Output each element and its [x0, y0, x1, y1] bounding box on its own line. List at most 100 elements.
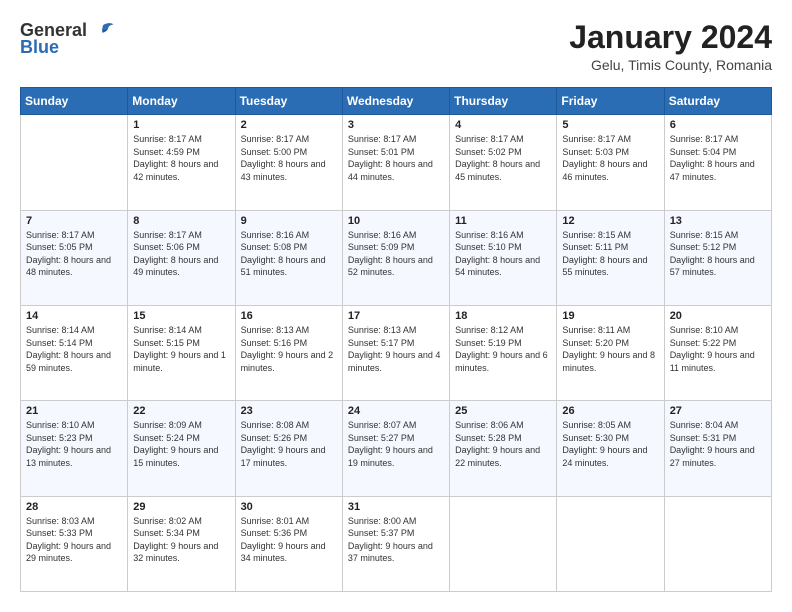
day-cell [450, 496, 557, 591]
day-info: Sunrise: 8:17 AMSunset: 5:01 PMDaylight:… [348, 133, 444, 183]
day-info: Sunrise: 8:12 AMSunset: 5:19 PMDaylight:… [455, 324, 551, 374]
day-number: 22 [133, 405, 229, 417]
logo-blue: Blue [20, 37, 59, 58]
day-cell [557, 496, 664, 591]
day-info: Sunrise: 8:05 AMSunset: 5:30 PMDaylight:… [562, 419, 658, 469]
col-header-wednesday: Wednesday [342, 88, 449, 115]
day-number: 14 [26, 310, 122, 322]
day-info: Sunrise: 8:16 AMSunset: 5:09 PMDaylight:… [348, 229, 444, 279]
day-info: Sunrise: 8:13 AMSunset: 5:17 PMDaylight:… [348, 324, 444, 374]
day-cell: 7 Sunrise: 8:17 AMSunset: 5:05 PMDaylight… [21, 210, 128, 305]
day-cell: 15 Sunrise: 8:14 AMSunset: 5:15 PMDayligh… [128, 305, 235, 400]
day-info: Sunrise: 8:10 AMSunset: 5:23 PMDaylight:… [26, 419, 122, 469]
day-cell: 5Sunrise: 8:17 AMSunset: 5:03 PMDaylight… [557, 115, 664, 210]
day-number: 16 [241, 310, 337, 322]
day-info: Sunrise: 8:16 AMSunset: 5:08 PMDaylight:… [241, 229, 337, 279]
day-info: Sunrise: 8:15 AMSunset: 5:12 PMDaylight:… [670, 229, 766, 279]
day-cell: 12Sunrise: 8:15 AMSunset: 5:11 PMDayligh… [557, 210, 664, 305]
day-info: Sunrise: 8:14 AMSunset: 5:14 PMDaylight:… [26, 324, 122, 374]
calendar-table: SundayMondayTuesdayWednesdayThursdayFrid… [20, 87, 772, 592]
day-number: 2 [241, 119, 337, 131]
day-info: Sunrise: 8:09 AMSunset: 5:24 PMDaylight:… [133, 419, 229, 469]
day-number: 4 [455, 119, 551, 131]
day-number: 15 [133, 310, 229, 322]
day-info: Sunrise: 8:17 AMSunset: 5:05 PMDaylight:… [26, 229, 122, 279]
col-header-saturday: Saturday [664, 88, 771, 115]
col-header-monday: Monday [128, 88, 235, 115]
logo: General Blue [20, 20, 115, 58]
day-number: 10 [348, 215, 444, 227]
day-cell: 1Sunrise: 8:17 AMSunset: 4:59 PMDaylight… [128, 115, 235, 210]
day-info: Sunrise: 8:17 AMSunset: 5:02 PMDaylight:… [455, 133, 551, 183]
day-cell: 13 Sunrise: 8:15 AMSunset: 5:12 PMDayligh… [664, 210, 771, 305]
day-info: Sunrise: 8:01 AMSunset: 5:36 PMDaylight:… [241, 515, 337, 565]
day-cell: 14 Sunrise: 8:14 AMSunset: 5:14 PMDayligh… [21, 305, 128, 400]
day-info: Sunrise: 8:06 AMSunset: 5:28 PMDaylight:… [455, 419, 551, 469]
logo-bird-icon [91, 21, 115, 41]
day-number: 8 [133, 215, 229, 227]
day-info: Sunrise: 8:17 AMSunset: 5:04 PMDaylight:… [670, 133, 766, 183]
col-header-thursday: Thursday [450, 88, 557, 115]
day-info: Sunrise: 8:08 AMSunset: 5:26 PMDaylight:… [241, 419, 337, 469]
day-cell: 20Sunrise: 8:10 AMSunset: 5:22 PMDayligh… [664, 305, 771, 400]
day-number: 25 [455, 405, 551, 417]
col-header-sunday: Sunday [21, 88, 128, 115]
day-cell: 8 Sunrise: 8:17 AMSunset: 5:06 PMDaylight… [128, 210, 235, 305]
day-cell [664, 496, 771, 591]
day-number: 30 [241, 501, 337, 513]
day-info: Sunrise: 8:11 AMSunset: 5:20 PMDaylight:… [562, 324, 658, 374]
day-number: 19 [562, 310, 658, 322]
week-row-4: 21 Sunrise: 8:10 AMSunset: 5:23 PMDayligh… [21, 401, 772, 496]
title-block: January 2024 Gelu, Timis County, Romania [569, 20, 772, 73]
day-info: Sunrise: 8:04 AMSunset: 5:31 PMDaylight:… [670, 419, 766, 469]
week-row-3: 14 Sunrise: 8:14 AMSunset: 5:14 PMDayligh… [21, 305, 772, 400]
header: General Blue January 2024 Gelu, Timis Co… [20, 20, 772, 73]
day-cell [21, 115, 128, 210]
day-info: Sunrise: 8:13 AMSunset: 5:16 PMDaylight:… [241, 324, 337, 374]
day-cell: 31Sunrise: 8:00 AMSunset: 5:37 PMDayligh… [342, 496, 449, 591]
day-info: Sunrise: 8:02 AMSunset: 5:34 PMDaylight:… [133, 515, 229, 565]
day-info: Sunrise: 8:17 AMSunset: 4:59 PMDaylight:… [133, 133, 229, 183]
day-cell: 22 Sunrise: 8:09 AMSunset: 5:24 PMDayligh… [128, 401, 235, 496]
day-number: 27 [670, 405, 766, 417]
day-cell: 23 Sunrise: 8:08 AMSunset: 5:26 PMDayligh… [235, 401, 342, 496]
day-number: 7 [26, 215, 122, 227]
day-number: 11 [455, 215, 551, 227]
day-number: 23 [241, 405, 337, 417]
day-info: Sunrise: 8:00 AMSunset: 5:37 PMDaylight:… [348, 515, 444, 565]
header-row: SundayMondayTuesdayWednesdayThursdayFrid… [21, 88, 772, 115]
day-info: Sunrise: 8:07 AMSunset: 5:27 PMDaylight:… [348, 419, 444, 469]
day-cell: 10 Sunrise: 8:16 AMSunset: 5:09 PMDayligh… [342, 210, 449, 305]
day-cell: 19 Sunrise: 8:11 AMSunset: 5:20 PMDayligh… [557, 305, 664, 400]
day-number: 24 [348, 405, 444, 417]
day-info: Sunrise: 8:14 AMSunset: 5:15 PMDaylight:… [133, 324, 229, 374]
day-cell: 28 Sunrise: 8:03 AMSunset: 5:33 PMDayligh… [21, 496, 128, 591]
day-cell: 21 Sunrise: 8:10 AMSunset: 5:23 PMDayligh… [21, 401, 128, 496]
day-info: Sunrise: 8:16 AMSunset: 5:10 PMDaylight:… [455, 229, 551, 279]
main-title: January 2024 [569, 20, 772, 55]
day-number: 12 [562, 215, 658, 227]
day-cell: 2Sunrise: 8:17 AMSunset: 5:00 PMDaylight… [235, 115, 342, 210]
day-number: 29 [133, 501, 229, 513]
day-info: Sunrise: 8:17 AMSunset: 5:06 PMDaylight:… [133, 229, 229, 279]
day-number: 18 [455, 310, 551, 322]
day-cell: 18 Sunrise: 8:12 AMSunset: 5:19 PMDayligh… [450, 305, 557, 400]
week-row-5: 28 Sunrise: 8:03 AMSunset: 5:33 PMDayligh… [21, 496, 772, 591]
day-cell: 6Sunrise: 8:17 AMSunset: 5:04 PMDaylight… [664, 115, 771, 210]
day-info: Sunrise: 8:03 AMSunset: 5:33 PMDaylight:… [26, 515, 122, 565]
day-number: 3 [348, 119, 444, 131]
day-cell: 27 Sunrise: 8:04 AMSunset: 5:31 PMDayligh… [664, 401, 771, 496]
day-cell: 30 Sunrise: 8:01 AMSunset: 5:36 PMDayligh… [235, 496, 342, 591]
day-cell: 16 Sunrise: 8:13 AMSunset: 5:16 PMDayligh… [235, 305, 342, 400]
day-cell: 11 Sunrise: 8:16 AMSunset: 5:10 PMDayligh… [450, 210, 557, 305]
day-number: 17 [348, 310, 444, 322]
day-number: 20 [670, 310, 766, 322]
day-number: 21 [26, 405, 122, 417]
page: General Blue January 2024 Gelu, Timis Co… [0, 0, 792, 612]
day-cell: 29 Sunrise: 8:02 AMSunset: 5:34 PMDayligh… [128, 496, 235, 591]
day-cell: 17 Sunrise: 8:13 AMSunset: 5:17 PMDayligh… [342, 305, 449, 400]
day-number: 13 [670, 215, 766, 227]
day-cell: 24 Sunrise: 8:07 AMSunset: 5:27 PMDayligh… [342, 401, 449, 496]
day-cell: 9Sunrise: 8:16 AMSunset: 5:08 PMDaylight… [235, 210, 342, 305]
day-number: 28 [26, 501, 122, 513]
